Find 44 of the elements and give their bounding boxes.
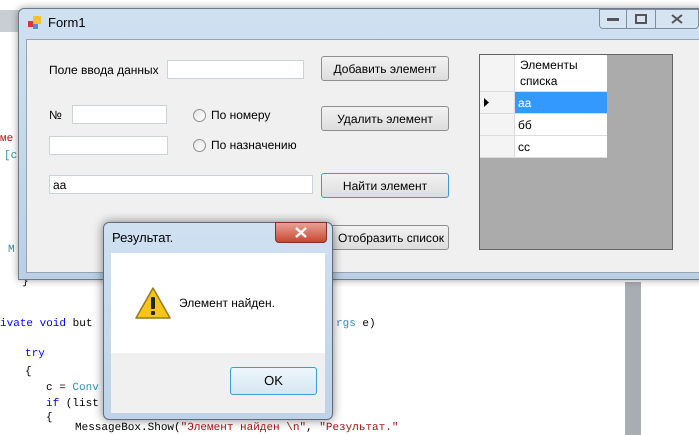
radio-label: По назначению: [211, 137, 297, 154]
code-line: ivate void but: [0, 318, 92, 331]
search-field[interactable]: аа: [49, 175, 313, 194]
close-icon: [671, 14, 683, 24]
code-line: {: [46, 412, 53, 425]
code-line: c = Conv: [46, 382, 99, 395]
maximize-button[interactable]: [627, 9, 655, 29]
close-button[interactable]: [655, 9, 699, 29]
code-line: [c: [4, 150, 18, 163]
add-button[interactable]: Добавить элемент: [321, 56, 449, 81]
radio-label: По номеру: [211, 107, 270, 124]
number-field[interactable]: [72, 105, 167, 124]
number-label: №: [49, 106, 62, 124]
code-line: ме: [0, 133, 14, 146]
ok-button[interactable]: OK: [230, 367, 317, 395]
close-button[interactable]: [275, 222, 327, 243]
warning-icon: [135, 287, 171, 319]
code-line: {: [25, 366, 32, 379]
dialog-message: Элемент найден.: [179, 295, 275, 312]
column-header: Элементы списка: [515, 55, 607, 92]
code-line: try: [25, 348, 45, 361]
grid-cell[interactable]: бб: [515, 114, 607, 136]
data-field[interactable]: [166, 60, 304, 79]
app-icon: [27, 15, 43, 31]
minimize-icon: [607, 17, 619, 21]
grid-cell[interactable]: cc: [515, 136, 607, 158]
grid-corner-header: [480, 55, 515, 92]
maximize-icon: [635, 14, 647, 24]
window-title: Form1: [48, 14, 86, 32]
code-line: rgs e): [336, 318, 376, 331]
radio-button[interactable]: [193, 138, 206, 152]
code-line: if (list: [46, 398, 99, 411]
close-icon: [294, 227, 308, 238]
data-label: Поле ввода данных: [49, 62, 159, 78]
code-line: MessageBox.Show("Элемент найден \n", "Результат.": [75, 422, 398, 435]
input-field[interactable]: [49, 136, 168, 155]
delete-button[interactable]: Удалить элемент: [321, 106, 449, 131]
minimize-button[interactable]: [599, 9, 627, 29]
code-line: M: [8, 244, 15, 257]
row-header[interactable]: [480, 92, 515, 114]
radio-button[interactable]: [193, 108, 206, 122]
window-frame: [0, 10, 20, 32]
find-button[interactable]: Найти элемент: [321, 173, 449, 198]
dialog-title: Результат.: [112, 229, 174, 248]
